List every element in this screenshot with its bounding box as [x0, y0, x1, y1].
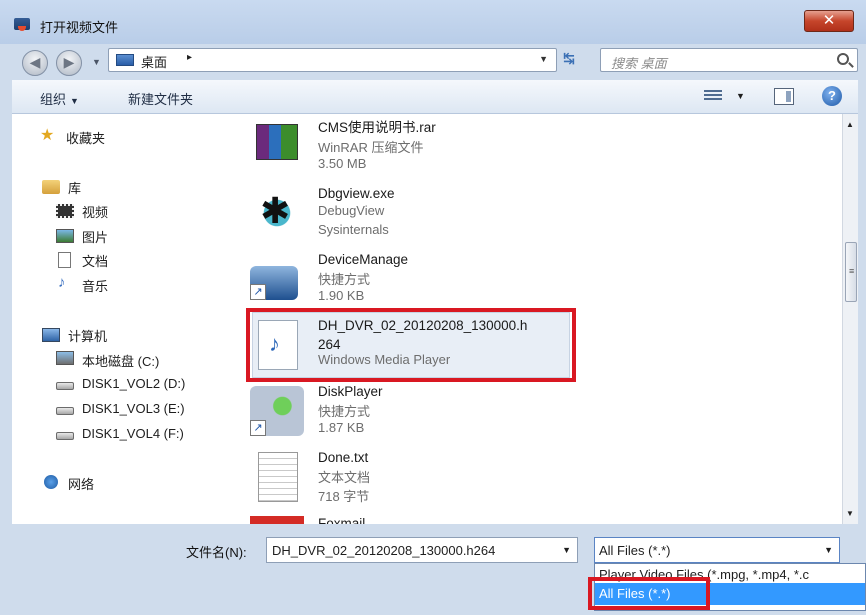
bug-icon: [250, 188, 304, 238]
video-icon: [56, 204, 74, 218]
filename-input[interactable]: DH_DVR_02_20120208_130000.h264 ▼: [266, 537, 578, 563]
filetype-select[interactable]: All Files (*.*) ▼: [594, 537, 840, 563]
filename-value[interactable]: DH_DVR_02_20120208_130000.h264: [272, 543, 495, 558]
address-dropdown-icon[interactable]: ▼: [539, 54, 548, 64]
scroll-down-icon[interactable]: ▼: [846, 509, 854, 518]
picture-icon: [56, 229, 74, 243]
shortcut-icon: [250, 266, 298, 300]
file-item-done-txt[interactable]: Done.txt 文本文档 718 字节: [248, 448, 808, 512]
close-button[interactable]: ✕: [804, 10, 854, 32]
drive-icon: [56, 432, 74, 440]
library-icon: [42, 180, 60, 194]
filename-label: 文件名(N):: [186, 545, 247, 560]
back-button[interactable]: ◀: [22, 50, 48, 76]
title-bar: 打开视频文件 ✕: [0, 0, 866, 44]
music-icon: ♪: [58, 274, 66, 291]
address-bar[interactable]: 桌面 ▸ ▼: [108, 48, 557, 72]
preview-pane-icon[interactable]: [774, 88, 794, 105]
help-icon[interactable]: ?: [822, 86, 842, 106]
player-shortcut-icon: [250, 386, 304, 436]
app-icon: [14, 18, 30, 31]
foxmail-icon: [250, 516, 304, 524]
filetype-dropdown-icon[interactable]: ▼: [824, 545, 833, 555]
document-icon: [58, 252, 71, 268]
new-folder-button[interactable]: 新建文件夹: [128, 89, 193, 108]
filetype-selected-value[interactable]: All Files (*.*): [599, 543, 671, 558]
desktop-icon: [116, 54, 134, 66]
recent-pages-dropdown[interactable]: ▼: [92, 57, 101, 67]
scroll-up-icon[interactable]: ▲: [846, 120, 854, 129]
search-icon[interactable]: [837, 53, 849, 65]
file-item-foxmail[interactable]: Foxmail: [248, 514, 808, 524]
file-item-cms-rar[interactable]: CMS使用说明书.rar WinRAR 压缩文件 3.50 MB: [248, 118, 808, 182]
file-item-dbgview[interactable]: Dbgview.exe DebugView Sysinternals: [248, 184, 808, 248]
navigation-pane: ★ 收藏夹 库 视频 图片 文档 ♪ 音乐 计算机 本地磁盘 (C:) DISK…: [12, 114, 232, 524]
winrar-icon: [256, 124, 298, 160]
toolbar: 组织 ▼ 新建文件夹 ▼ ?: [12, 80, 858, 114]
scrollbar-thumb[interactable]: ≡: [845, 242, 857, 302]
drive-icon: [56, 407, 74, 415]
local-disk-icon: [56, 351, 74, 365]
file-list: CMS使用说明书.rar WinRAR 压缩文件 3.50 MB Dbgview…: [232, 114, 842, 524]
star-icon: ★: [40, 127, 55, 144]
filetype-highlight-frame: [588, 577, 710, 610]
file-item-diskplayer[interactable]: DiskPlayer 快捷方式 1.87 KB: [248, 382, 808, 446]
network-icon: [44, 475, 58, 489]
selected-file-highlight-frame: [246, 308, 576, 382]
forward-button[interactable]: ▶: [56, 50, 82, 76]
filename-dropdown-icon[interactable]: ▼: [562, 545, 571, 555]
organize-menu[interactable]: 组织 ▼: [40, 89, 79, 108]
refresh-icon[interactable]: ↹: [563, 50, 575, 67]
text-file-icon: [258, 452, 298, 502]
drive-icon: [56, 382, 74, 390]
file-list-scrollbar[interactable]: ▲ ≡ ▼: [842, 114, 858, 524]
address-path[interactable]: 桌面: [141, 52, 167, 71]
view-dropdown-icon[interactable]: ▼: [736, 91, 745, 101]
breadcrumb-chevron-icon[interactable]: ▸: [187, 52, 192, 63]
window-title: 打开视频文件: [40, 20, 119, 35]
search-placeholder: 搜索 桌面: [611, 56, 667, 71]
view-options-icon[interactable]: [704, 88, 722, 104]
search-input[interactable]: 搜索 桌面: [600, 48, 858, 72]
computer-icon: [42, 328, 60, 342]
file-item-devicemanage[interactable]: DeviceManage 快捷方式 1.90 KB: [248, 250, 808, 314]
